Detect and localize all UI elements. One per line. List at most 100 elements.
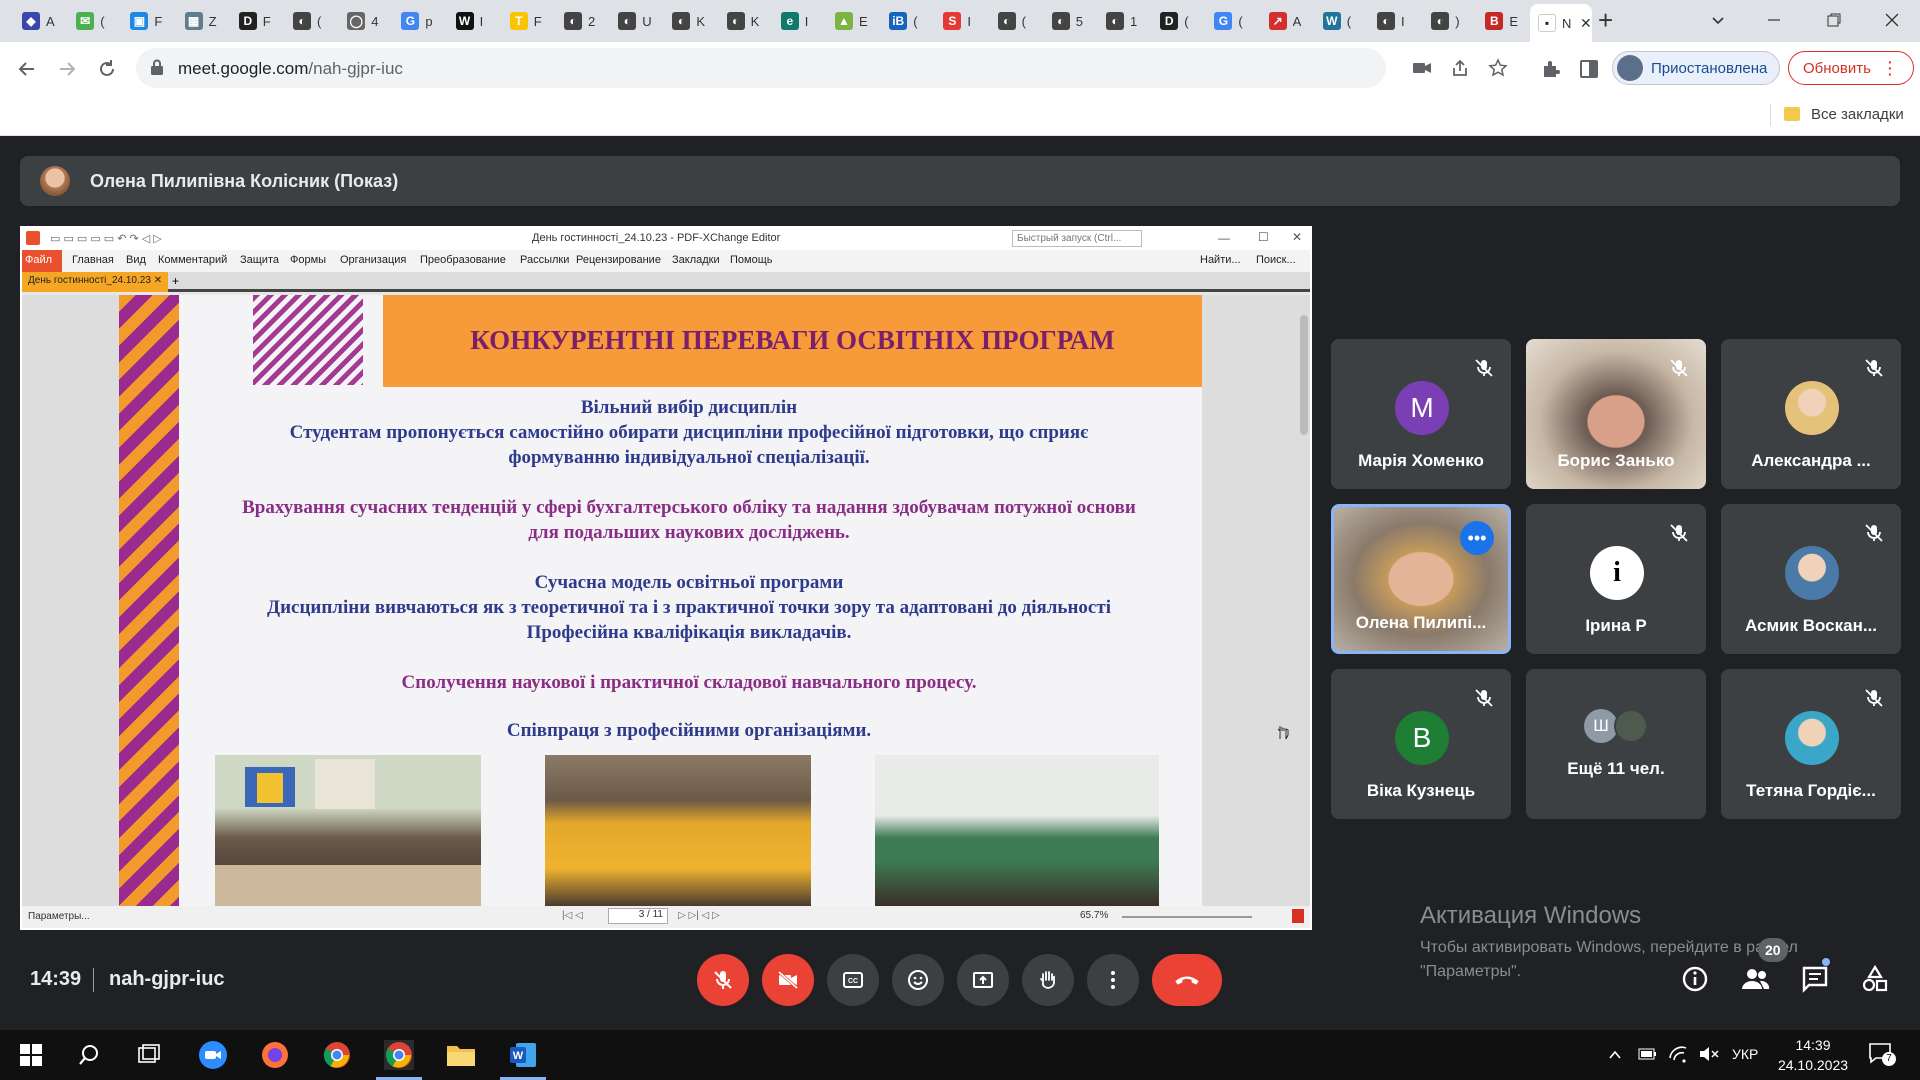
browser-tab[interactable]: ▣ F — [122, 6, 174, 36]
side-panel-icon[interactable] — [1578, 58, 1600, 80]
browser-tab[interactable]: ↗ A — [1261, 6, 1313, 36]
people-icon[interactable] — [1740, 964, 1770, 994]
wifi-icon[interactable] — [1668, 1044, 1688, 1064]
browser-tab[interactable]: ◐ 1 — [1098, 6, 1150, 36]
captions-button[interactable]: CC — [827, 954, 879, 1006]
pdf-menu-help[interactable]: Помощь — [730, 254, 773, 266]
browser-tab[interactable]: ▲ E — [827, 6, 879, 36]
present-screen-button[interactable] — [957, 954, 1009, 1006]
participant-tile[interactable]: Борис Занько — [1526, 339, 1706, 489]
forward-arrow-icon[interactable] — [56, 58, 78, 80]
browser-tab[interactable]: ✉( — [68, 6, 120, 36]
pdf-page-nav-icons[interactable]: |◁ ◁ — [562, 910, 583, 921]
taskbar-zoom[interactable] — [198, 1040, 228, 1070]
participant-tile[interactable]: ••• Олена Пилипі... — [1331, 504, 1511, 654]
all-bookmarks-link[interactable]: Все закладки — [1811, 106, 1904, 123]
browser-tab[interactable]: ◐ 5 — [1044, 6, 1096, 36]
pdf-menu-organize[interactable]: Организация — [340, 254, 406, 266]
pdf-menu-home[interactable]: Главная — [72, 254, 114, 266]
browser-tab[interactable]: ◆ A — [14, 6, 66, 36]
participant-tile[interactable]: Тетяна Гордіє... — [1721, 669, 1901, 819]
taskbar-clock[interactable]: 14:39 24.10.2023 — [1776, 1035, 1850, 1075]
pdf-zoom-slider[interactable] — [1122, 916, 1252, 918]
browser-tab[interactable]: SI — [935, 6, 987, 36]
end-call-button[interactable] — [1152, 954, 1222, 1006]
bookmark-star-icon[interactable] — [1488, 58, 1508, 78]
reload-icon[interactable] — [96, 58, 118, 80]
input-language-indicator[interactable]: УКР — [1732, 1046, 1758, 1062]
pdf-menu-file[interactable]: Файл — [22, 250, 62, 272]
chat-icon[interactable] — [1800, 964, 1830, 994]
pdf-menu-protect[interactable]: Защита — [240, 254, 279, 266]
share-icon[interactable] — [1450, 58, 1470, 78]
pdf-menu-review[interactable]: Рецензирование — [576, 254, 661, 266]
new-tab-button[interactable]: + — [1598, 6, 1613, 34]
more-options-button[interactable] — [1087, 954, 1139, 1006]
activities-icon[interactable] — [1860, 964, 1890, 994]
start-button[interactable] — [16, 1040, 46, 1070]
browser-tab[interactable]: TF — [502, 6, 554, 36]
reactions-button[interactable] — [892, 954, 944, 1006]
omnibox[interactable]: meet.google.com/nah-gjpr-iuc — [136, 48, 1508, 88]
search-button[interactable] — [74, 1040, 104, 1070]
participant-tile[interactable]: B Віка Кузнець — [1331, 669, 1511, 819]
pdf-zoom-level[interactable]: 65.7% — [1080, 910, 1108, 921]
restore-icon[interactable] — [1826, 12, 1842, 28]
extensions-puzzle-icon[interactable] — [1540, 58, 1562, 80]
browser-tab[interactable]: ◐ K — [719, 6, 771, 36]
browser-tab[interactable]: ◯ 4 — [339, 6, 391, 36]
pdf-menu-bookmarks[interactable]: Закладки — [672, 254, 720, 266]
pdf-minimize-icon[interactable]: — — [1218, 231, 1230, 245]
pdf-status-options[interactable]: Параметры... — [28, 911, 90, 922]
pdf-restore-icon[interactable]: ☐ — [1258, 230, 1269, 244]
browser-tab[interactable]: ◐) — [1423, 6, 1475, 36]
browser-tab[interactable]: ◐( — [990, 6, 1042, 36]
pdf-close-icon[interactable]: ✕ — [1292, 230, 1302, 244]
taskbar-word[interactable]: W — [500, 1040, 546, 1080]
browser-tab[interactable]: eI — [773, 6, 825, 36]
participant-tile[interactable]: Александра ... — [1721, 339, 1901, 489]
pdf-scrollbar[interactable] — [1300, 315, 1308, 435]
browser-tab[interactable]: ◐ I — [1369, 6, 1421, 36]
pdf-search[interactable]: Поиск... — [1256, 254, 1296, 266]
camera-blocked-icon[interactable] — [1412, 58, 1432, 78]
browser-tab[interactable]: WI — [448, 6, 500, 36]
battery-icon[interactable] — [1638, 1046, 1658, 1062]
participant-tile[interactable]: Асмик Воскан... — [1721, 504, 1901, 654]
lock-icon[interactable] — [150, 59, 164, 75]
profile-button[interactable]: Приостановлена — [1612, 51, 1781, 85]
minimize-icon[interactable] — [1766, 12, 1782, 28]
pdf-page-nav-next-icons[interactable]: ▷ ▷| ◁ ▷ — [678, 910, 720, 921]
notification-center-button[interactable]: 7 — [1868, 1042, 1896, 1068]
pdf-find[interactable]: Найти... — [1200, 254, 1241, 266]
browser-tab[interactable]: Gp — [393, 6, 445, 36]
meeting-details-icon[interactable] — [1680, 964, 1710, 994]
pdf-new-tab-icon[interactable]: + — [172, 274, 179, 288]
browser-tab[interactable]: ◐ U — [610, 6, 662, 36]
taskbar-chrome-1[interactable] — [322, 1040, 352, 1070]
pdf-page-field[interactable]: 3 / 11 — [608, 908, 668, 924]
pdf-menu-comment[interactable]: Комментарий — [158, 254, 227, 266]
pdf-doc-tab[interactable]: День гостинності_24.10.23 ✕ — [22, 272, 169, 292]
speaker-muted-icon[interactable] — [1698, 1045, 1720, 1063]
pdf-quick-search[interactable]: Быстрый запуск (Ctrl... — [1012, 230, 1142, 247]
close-tab-icon[interactable]: ✕ — [1580, 15, 1592, 32]
pdf-menu-forms[interactable]: Формы — [290, 254, 326, 266]
browser-tab[interactable]: D( — [1152, 6, 1204, 36]
taskbar-firefox[interactable] — [260, 1040, 290, 1070]
participant-tile[interactable]: Ш Ещё 11 чел. — [1526, 669, 1706, 819]
pdf-menu-convert[interactable]: Преобразование — [420, 254, 506, 266]
back-arrow-icon[interactable] — [16, 58, 38, 80]
browser-tab[interactable]: ▦ Z — [177, 6, 229, 36]
browser-tab[interactable]: ◐ 2 — [556, 6, 608, 36]
mic-toggle-button[interactable] — [697, 954, 749, 1006]
pdf-menu-mailings[interactable]: Рассылки — [520, 254, 569, 266]
tab-search-icon[interactable] — [1710, 12, 1726, 28]
browser-tab[interactable]: BE — [1477, 6, 1529, 36]
camera-toggle-button[interactable] — [762, 954, 814, 1006]
browser-tab[interactable]: ◐( — [285, 6, 337, 36]
tab-active-meet[interactable]: ▪ N ✕ — [1530, 4, 1592, 42]
browser-tab[interactable]: iB ( — [881, 6, 933, 36]
task-view-button[interactable] — [134, 1040, 164, 1070]
taskbar-chrome-2[interactable] — [376, 1040, 422, 1080]
